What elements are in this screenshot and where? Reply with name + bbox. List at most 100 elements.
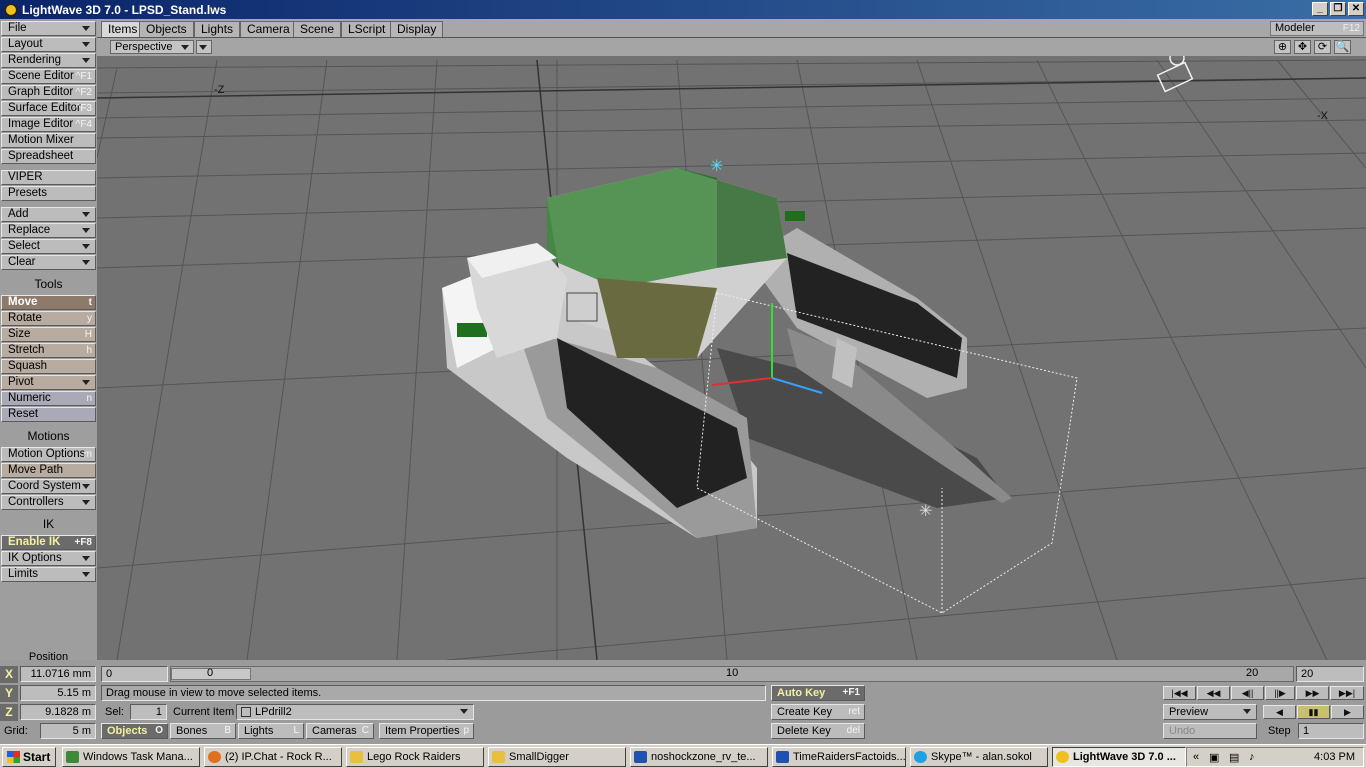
- spreadsheet-button[interactable]: Spreadsheet: [1, 149, 96, 164]
- timeline-tick-0: 0: [207, 667, 214, 679]
- taskbar-item-ipchat[interactable]: (2) IP.Chat - Rock R...: [204, 747, 342, 767]
- x-position-field[interactable]: 11.0716 mm: [20, 666, 96, 682]
- volume-icon[interactable]: ♪: [1249, 751, 1255, 763]
- add-menu[interactable]: Add: [1, 207, 96, 222]
- tools-header: Tools: [34, 278, 63, 291]
- lights-toggle[interactable]: Lights L: [238, 723, 304, 739]
- start-frame-field[interactable]: 0: [101, 666, 168, 682]
- taskbar-item-skype[interactable]: Skype™ - alan.sokol: [910, 747, 1048, 767]
- center-view-icon[interactable]: ⊕: [1274, 40, 1291, 54]
- go-to-start-icon[interactable]: |◀◀: [1163, 686, 1196, 700]
- z-position-field[interactable]: 9.1828 m: [20, 704, 96, 720]
- enable-ik-button[interactable]: Enable IK +F8: [1, 535, 96, 550]
- restore-button[interactable]: ❐: [1330, 2, 1346, 16]
- taskbar-item-lego-rock-raiders[interactable]: Lego Rock Raiders: [346, 747, 484, 767]
- motion-options-button[interactable]: Motion Options m: [1, 447, 96, 462]
- next-frame-icon[interactable]: ||▶: [1265, 686, 1295, 700]
- delete-key-button[interactable]: Delete Key del: [771, 723, 865, 739]
- go-to-end-icon[interactable]: ▶▶|: [1330, 686, 1364, 700]
- presets-button[interactable]: Presets: [1, 186, 96, 201]
- stretch-tool-button[interactable]: Stretch h: [1, 343, 96, 358]
- auto-key-button[interactable]: Auto Key +F1: [771, 685, 865, 701]
- bones-toggle[interactable]: Bones B: [170, 723, 236, 739]
- replace-menu[interactable]: Replace: [1, 223, 96, 238]
- select-menu[interactable]: Select: [1, 239, 96, 254]
- create-key-button[interactable]: Create Key ret: [771, 704, 865, 720]
- move-path-button[interactable]: Move Path: [1, 463, 96, 478]
- grid-size-field[interactable]: 5 m: [40, 723, 96, 739]
- network-icon[interactable]: ▣: [1209, 751, 1219, 764]
- taskbar-item-task-manager[interactable]: Windows Task Mana...: [62, 747, 200, 767]
- rotate-tool-button[interactable]: Rotate y: [1, 311, 96, 326]
- image-editor-button[interactable]: Image Editor ^F4: [1, 117, 96, 132]
- current-item-select[interactable]: LPdrill2: [236, 704, 474, 720]
- sel-label: Sel:: [105, 706, 124, 718]
- undo-button[interactable]: Undo: [1163, 723, 1257, 739]
- play-forward-icon[interactable]: ▶: [1331, 705, 1364, 719]
- tab-display[interactable]: Display: [390, 21, 444, 37]
- ik-options-menu[interactable]: IK Options: [1, 551, 96, 566]
- svg-text:✳: ✳: [919, 503, 932, 520]
- coord-system-menu[interactable]: Coord System: [1, 479, 96, 494]
- safely-remove-icon[interactable]: ▤: [1229, 751, 1239, 764]
- tab-objects[interactable]: Objects: [139, 21, 194, 37]
- squash-tool-button[interactable]: Squash: [1, 359, 96, 374]
- tray-expand-icon[interactable]: «: [1193, 751, 1199, 763]
- taskbar-item-timeraiders[interactable]: TimeRaidersFactoids...: [772, 747, 906, 767]
- minimize-button[interactable]: _: [1312, 2, 1328, 16]
- tab-scene[interactable]: Scene: [293, 21, 342, 37]
- y-position-field[interactable]: 5.15 m: [20, 685, 96, 701]
- view-options-menu[interactable]: [196, 40, 212, 54]
- tab-items[interactable]: Items: [101, 21, 145, 37]
- scene-editor-button[interactable]: Scene Editor ^F1: [1, 69, 96, 84]
- clear-menu[interactable]: Clear: [1, 255, 96, 270]
- taskbar-item-smalldigger[interactable]: SmallDigger: [488, 747, 626, 767]
- timeline-slider[interactable]: 0 10 20: [170, 666, 1294, 682]
- close-button[interactable]: ✕: [1348, 2, 1364, 16]
- pause-icon[interactable]: ▮▮: [1297, 705, 1330, 719]
- modeler-button[interactable]: Modeler F12: [1270, 21, 1364, 36]
- layout-menu[interactable]: Layout: [1, 37, 96, 52]
- chevron-down-icon: [82, 26, 90, 31]
- folder-icon: [350, 751, 363, 763]
- rotate-view-icon[interactable]: ⟳: [1314, 40, 1331, 54]
- perspective-viewport[interactable]: ✳ ✳ -Z -X: [97, 38, 1366, 660]
- surface-editor-button[interactable]: Surface Editor ^F3: [1, 101, 96, 116]
- taskbar-item-noshockzone[interactable]: noshockzone_rv_te...: [630, 747, 768, 767]
- x-axis-label: X: [0, 666, 18, 683]
- viper-button[interactable]: VIPER: [1, 170, 96, 185]
- previous-key-icon[interactable]: ◀◀: [1197, 686, 1230, 700]
- reset-button[interactable]: Reset: [1, 407, 96, 422]
- play-reverse-icon[interactable]: ◀: [1263, 705, 1296, 719]
- next-key-icon[interactable]: ▶▶: [1296, 686, 1329, 700]
- preview-menu[interactable]: Preview: [1163, 704, 1257, 720]
- limits-menu[interactable]: Limits: [1, 567, 96, 582]
- chevron-down-icon: [181, 45, 189, 50]
- motions-header: Motions: [27, 430, 70, 443]
- tab-camera[interactable]: Camera: [240, 21, 297, 37]
- numeric-button[interactable]: Numeric n: [1, 391, 96, 406]
- controllers-menu[interactable]: Controllers: [1, 495, 96, 510]
- tab-lscript[interactable]: LScript: [341, 21, 393, 37]
- cameras-toggle[interactable]: Cameras C: [306, 723, 374, 739]
- move-tool-button[interactable]: Move t: [1, 295, 96, 310]
- folder-icon: [492, 751, 505, 763]
- previous-frame-icon[interactable]: ◀||: [1231, 686, 1264, 700]
- start-button[interactable]: Start: [2, 747, 56, 767]
- size-tool-button[interactable]: Size H: [1, 327, 96, 342]
- item-properties-button[interactable]: Item Properties p: [379, 723, 474, 739]
- pan-view-icon[interactable]: ✥: [1294, 40, 1311, 54]
- step-field[interactable]: 1: [1298, 723, 1364, 739]
- pivot-menu[interactable]: Pivot: [1, 375, 96, 390]
- end-frame-field[interactable]: 20: [1296, 666, 1364, 682]
- motion-mixer-button[interactable]: Motion Mixer: [1, 133, 96, 148]
- view-mode-select[interactable]: Perspective: [110, 40, 194, 54]
- objects-toggle[interactable]: Objects O: [101, 723, 168, 739]
- axis-z-label: -Z: [214, 84, 225, 96]
- rendering-menu[interactable]: Rendering: [1, 53, 96, 68]
- taskbar-item-lightwave[interactable]: LightWave 3D 7.0 ...: [1052, 747, 1186, 767]
- zoom-view-icon[interactable]: 🔍: [1334, 40, 1351, 54]
- tab-lights[interactable]: Lights: [194, 21, 241, 37]
- file-menu[interactable]: File: [1, 21, 96, 36]
- graph-editor-button[interactable]: Graph Editor ^F2: [1, 85, 96, 100]
